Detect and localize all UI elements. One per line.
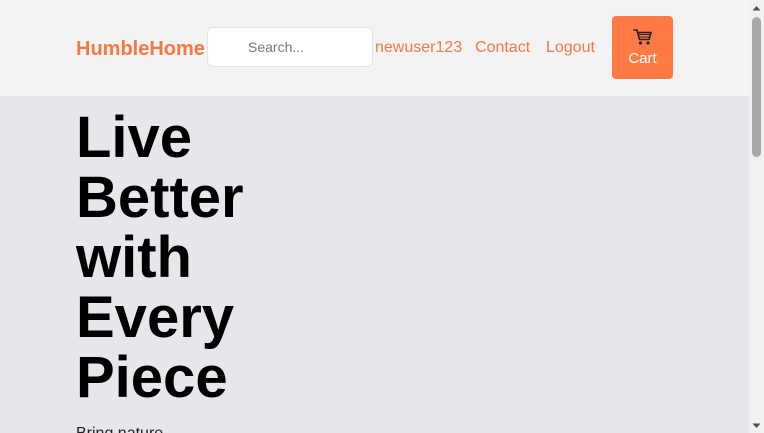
search-box[interactable]	[207, 27, 373, 67]
scroll-up-arrow-icon[interactable]	[749, 0, 764, 15]
hero-title-line: Live	[76, 105, 193, 170]
hero-title-line: Every	[76, 285, 235, 350]
hero-title-line: Better	[76, 165, 244, 230]
nav-logout-link[interactable]: Logout	[546, 38, 595, 58]
page: HumbleHome newuser123 Contact Logout Car…	[0, 0, 764, 433]
scrollbar-thumb[interactable]	[752, 17, 761, 157]
cart-label: Cart	[628, 50, 657, 67]
hero-subtitle: Bring nature...	[76, 424, 177, 433]
site-header: HumbleHome newuser123 Contact Logout Car…	[0, 0, 749, 96]
hero-title-line: with	[76, 225, 192, 290]
nav-user-link[interactable]: newuser123	[375, 38, 462, 58]
vertical-scrollbar[interactable]	[749, 0, 764, 433]
search-input[interactable]	[248, 28, 368, 66]
scroll-down-arrow-icon[interactable]	[749, 418, 764, 433]
hero-title: Live Better with Every Piece	[76, 108, 376, 408]
hero-title-line: Piece	[76, 345, 228, 410]
nav-contact-link[interactable]: Contact	[475, 38, 530, 58]
cart-button[interactable]: Cart	[612, 16, 673, 79]
cart-icon	[632, 29, 652, 45]
site-logo[interactable]: HumbleHome	[76, 36, 205, 62]
